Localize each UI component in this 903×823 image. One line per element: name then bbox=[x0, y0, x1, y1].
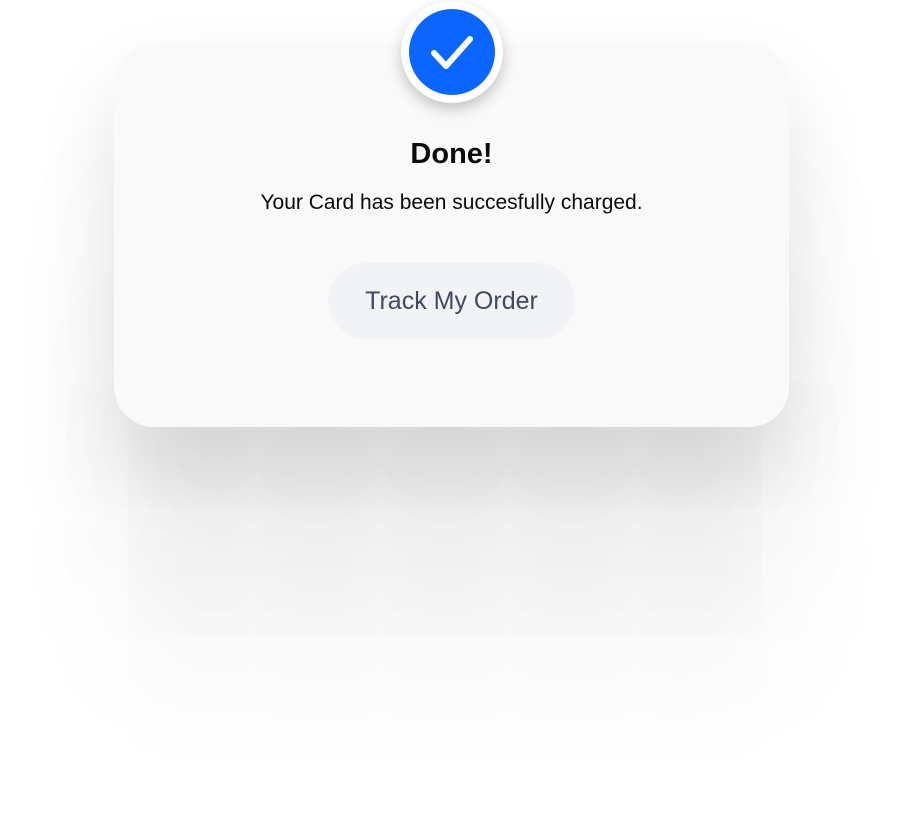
success-badge bbox=[401, 1, 503, 103]
track-order-button[interactable]: Track My Order bbox=[328, 263, 575, 339]
checkmark-icon bbox=[409, 9, 495, 95]
dialog-message: Your Card has been succesfully charged. bbox=[260, 191, 643, 214]
page: Done! Your Card has been succesfully cha… bbox=[0, 0, 903, 823]
dialog-title: Done! bbox=[410, 138, 493, 170]
